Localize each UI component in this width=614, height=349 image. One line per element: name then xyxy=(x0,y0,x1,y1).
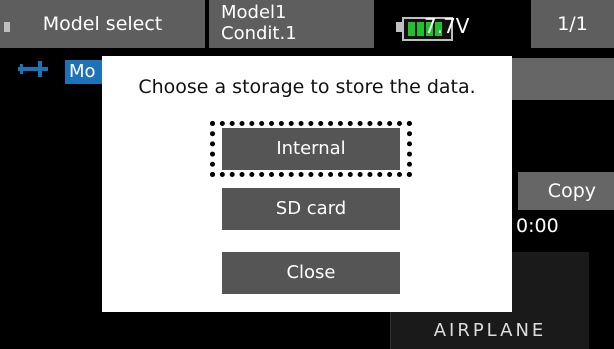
model-type-label: AIRPLANE xyxy=(433,320,547,341)
model-action-button[interactable]: al xyxy=(505,58,614,100)
dialog-message: Choose a storage to store the data. xyxy=(138,76,476,98)
page-indicator: 1/1 xyxy=(531,0,614,48)
model-name: Model1 xyxy=(221,2,287,23)
storage-dialog: Choose a storage to store the data. Inte… xyxy=(102,56,512,312)
screen-title: Model select xyxy=(0,0,205,48)
condition-name: Condit.1 xyxy=(221,23,297,44)
copy-button[interactable]: Copy xyxy=(518,172,614,210)
battery-voltage: 7.7V xyxy=(424,14,470,38)
model-timer: 0:00 xyxy=(516,215,559,237)
close-button[interactable]: Close xyxy=(222,252,400,294)
current-model-info: Model1 Condit.1 xyxy=(209,0,374,48)
focus-indicator xyxy=(210,121,412,177)
airplane-icon xyxy=(18,61,48,77)
sd-card-button[interactable]: SD card xyxy=(222,188,400,230)
